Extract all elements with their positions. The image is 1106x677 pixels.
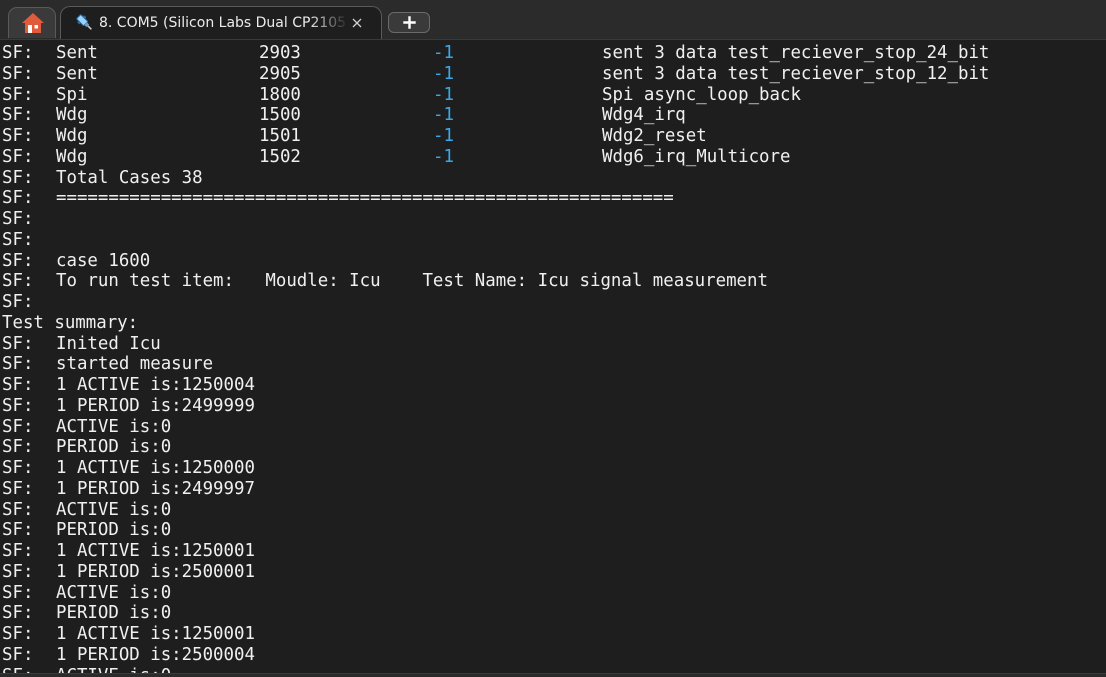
- tab-bar: 8. COM5 (Silicon Labs Dual CP2105 USB to…: [0, 0, 1106, 40]
- line-text: 1 PERIOD is:2500001: [56, 561, 255, 582]
- line-text: ACTIVE is:0: [56, 582, 172, 603]
- test-module: Wdg: [56, 105, 88, 126]
- line-prefix: SF:: [2, 84, 34, 105]
- line-prefix: SF:: [2, 209, 34, 229]
- line-prefix: SF:: [2, 458, 34, 478]
- test-name: sent 3 data test_reciever_stop_24_bit: [602, 43, 990, 63]
- test-module: Wdg: [56, 126, 88, 146]
- close-x-icon: [352, 18, 362, 28]
- new-tab-button[interactable]: [388, 12, 430, 33]
- tab-session[interactable]: 8. COM5 (Silicon Labs Dual CP2105 USB to…: [60, 6, 382, 39]
- line-text: 1 ACTIVE is:1250004: [56, 375, 255, 395]
- line-text: 1 ACTIVE is:1250001: [56, 541, 255, 561]
- line-text: 1 PERIOD is:2499999: [56, 395, 255, 416]
- line-text: case 1600: [56, 250, 151, 271]
- test-status: -1: [433, 43, 454, 63]
- line-text: To run test item: Moudle: Icu Test Name:…: [56, 271, 768, 292]
- line-prefix: SF:: [2, 603, 34, 624]
- line-prefix: Test summary:: [2, 312, 139, 333]
- line-prefix: SF:: [2, 250, 34, 271]
- line-text: started measure: [56, 354, 214, 375]
- line-text: 1 PERIOD is:2499997: [56, 478, 255, 499]
- close-tab-button[interactable]: ×: [349, 13, 365, 33]
- terminal-output[interactable]: SF: Sent 2903 -1 sent 3 data test_reciever_s…: [0, 42, 1106, 673]
- line-text: ACTIVE is:0: [56, 416, 172, 437]
- serial-plug-icon: [76, 14, 92, 30]
- test-name: Wdg4_irq: [602, 105, 686, 126]
- test-id: 1500: [259, 105, 301, 126]
- line-prefix: SF:: [2, 146, 34, 167]
- test-name: Wdg2_reset: [602, 126, 707, 146]
- line-prefix: SF:: [2, 437, 34, 458]
- test-id: 1501: [259, 126, 301, 146]
- line-text: 1 PERIOD is:2500004: [56, 644, 255, 665]
- home-icon: [22, 13, 44, 33]
- line-text: Inited Icu: [56, 333, 161, 354]
- line-prefix: SF:: [2, 624, 34, 644]
- line-prefix: SF:: [2, 520, 34, 541]
- test-module: Sent: [56, 63, 98, 84]
- test-id: 2905: [259, 63, 301, 84]
- line-text: PERIOD is:0: [56, 437, 172, 458]
- test-name: Wdg6_irq_Multicore: [602, 146, 791, 167]
- line-prefix: SF:: [2, 478, 34, 499]
- test-status: -1: [433, 63, 454, 84]
- line-prefix: SF:: [2, 666, 33, 674]
- line-prefix: SF:: [2, 126, 34, 146]
- test-module: Spi: [56, 84, 88, 105]
- line-prefix: SF:: [2, 395, 34, 416]
- line-text: ========================================…: [56, 188, 674, 209]
- line-prefix: SF:: [2, 499, 34, 520]
- line-text: ACTIVE is:0: [56, 499, 172, 520]
- test-id: 2903: [259, 43, 301, 63]
- test-module: Sent: [56, 43, 98, 63]
- line-prefix: SF:: [2, 375, 34, 395]
- line-prefix: SF:: [2, 582, 34, 603]
- line-prefix: SF:: [2, 63, 34, 84]
- test-status: -1: [433, 126, 454, 146]
- line-prefix: SF:: [2, 333, 34, 354]
- line-text: Total Cases 38: [56, 167, 203, 188]
- line-prefix: SF:: [2, 541, 34, 561]
- test-status: -1: [433, 105, 454, 126]
- line-text: PERIOD is:0: [56, 520, 172, 541]
- line-text: 1 ACTIVE is:1250000: [56, 458, 255, 478]
- line-prefix: SF:: [2, 292, 34, 312]
- test-status: -1: [433, 146, 454, 167]
- plus-icon: [403, 16, 416, 29]
- line-prefix: SF:: [2, 229, 34, 250]
- home-tab[interactable]: [8, 7, 56, 38]
- test-module: Wdg: [56, 146, 88, 167]
- test-name: Spi async_loop_back: [602, 84, 801, 105]
- test-id: 1800: [259, 84, 301, 105]
- terminal-bottom-border: [0, 673, 1106, 677]
- line-prefix: SF:: [2, 644, 34, 665]
- line-prefix: SF:: [2, 105, 34, 126]
- line-text: ACTIVE is:0: [56, 666, 171, 674]
- test-status: -1: [433, 84, 454, 105]
- line-text: PERIOD is:0: [56, 603, 172, 624]
- test-name: sent 3 data test_reciever_stop_12_bit: [602, 63, 990, 84]
- line-prefix: SF:: [2, 271, 34, 292]
- line-prefix: SF:: [2, 188, 34, 209]
- line-text: 1 ACTIVE is:1250001: [56, 624, 255, 644]
- test-id: 1502: [259, 146, 301, 167]
- line-prefix: SF:: [2, 167, 34, 188]
- line-prefix: SF:: [2, 561, 34, 582]
- line-prefix: SF:: [2, 416, 34, 437]
- tab-title: 8. COM5 (Silicon Labs Dual CP2105 USB to…: [99, 15, 349, 31]
- line-prefix: SF:: [2, 354, 34, 375]
- line-prefix: SF:: [2, 43, 34, 63]
